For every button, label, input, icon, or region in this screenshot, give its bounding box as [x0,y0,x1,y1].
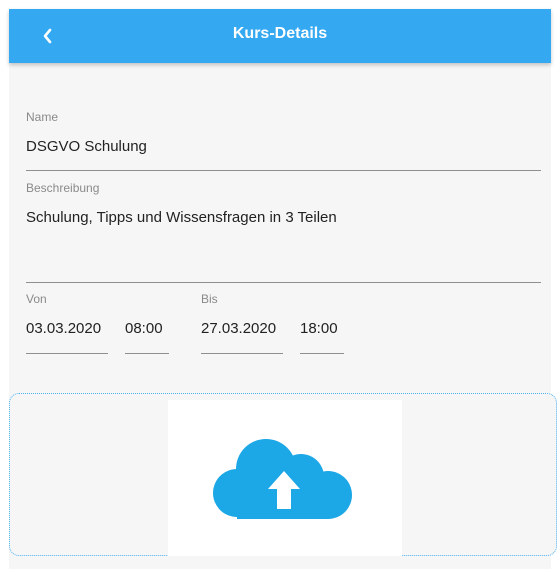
page-title: Kurs-Details [232,25,328,42]
from-time-field[interactable]: 08:00 [125,320,163,337]
back-button[interactable] [33,21,63,51]
app-header: Kurs-Details [9,9,551,63]
description-field[interactable]: Schulung, Tipps und Wissensfragen in 3 T… [26,209,337,226]
to-label: Bis [201,292,218,306]
description-underline [26,282,541,283]
name-label: Name [26,110,59,124]
from-label: Von [26,292,47,306]
to-time-underline [300,353,344,354]
from-date-field[interactable]: 03.03.2020 [26,320,101,337]
name-field[interactable]: DSGVO Schulung [26,138,147,155]
from-date-underline [26,353,108,354]
name-underline [26,170,541,171]
upload-image-area[interactable] [168,400,402,556]
cloud-upload-icon [213,439,352,519]
to-time-field[interactable]: 18:00 [300,320,338,337]
to-date-underline [201,353,283,354]
to-date-field[interactable]: 27.03.2020 [201,320,276,337]
description-label: Beschreibung [26,181,100,195]
upload-dropzone[interactable] [9,393,557,556]
chevron-left-icon [43,28,52,44]
from-time-underline [125,353,169,354]
